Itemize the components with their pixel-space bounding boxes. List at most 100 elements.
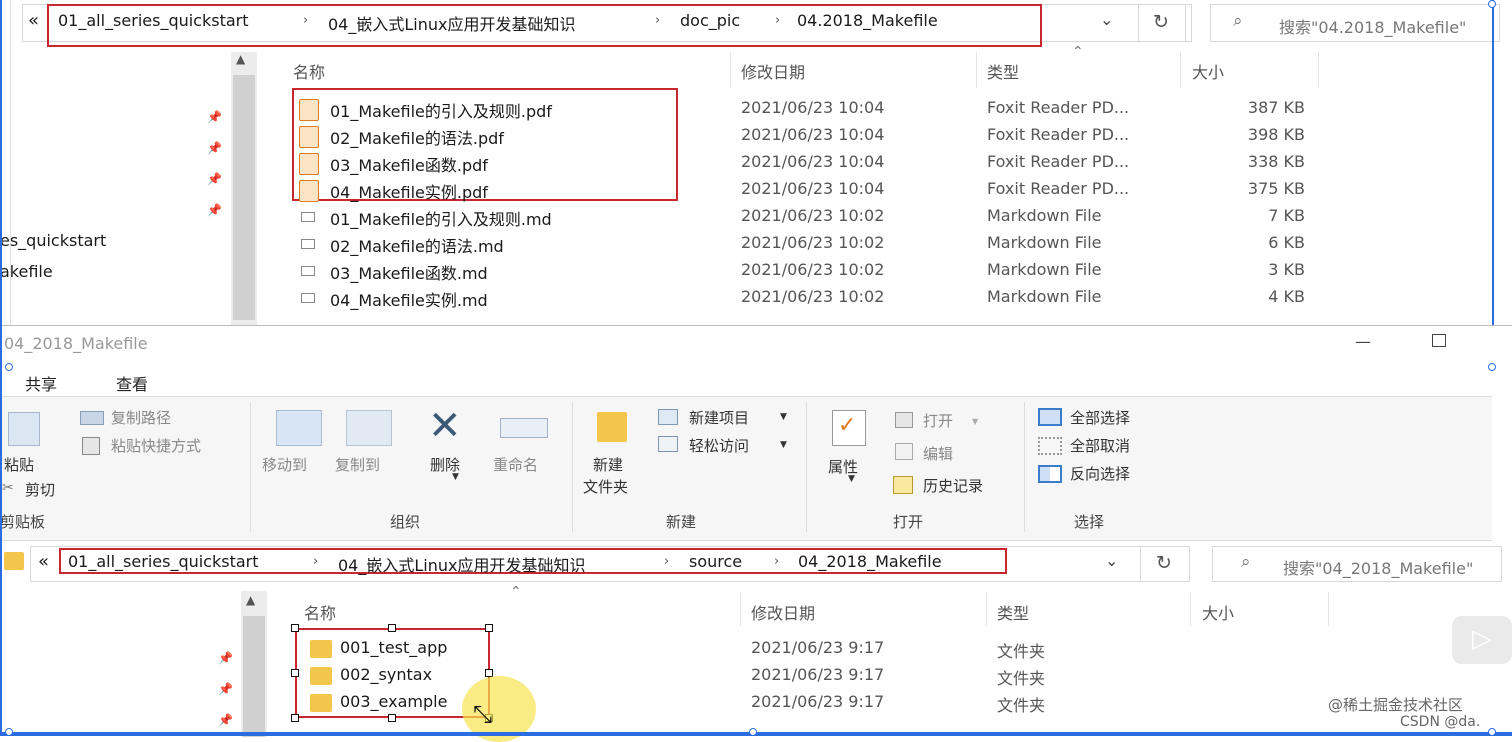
column-header-type[interactable]: 类型 xyxy=(997,600,1029,624)
column-divider[interactable] xyxy=(986,592,987,626)
maximize-icon[interactable] xyxy=(1432,334,1446,347)
column-header-date[interactable]: 修改日期 xyxy=(751,600,815,624)
column-header-name[interactable]: 名称 xyxy=(304,600,336,624)
frame-handle[interactable] xyxy=(749,728,757,736)
chevron-down-icon[interactable]: ⌄ xyxy=(1105,551,1118,570)
file-date: 2021/06/23 10:04 xyxy=(741,125,885,144)
frame-handle[interactable] xyxy=(1488,728,1496,736)
frame-handle[interactable] xyxy=(5,363,13,371)
file-size: 4 KB xyxy=(1268,287,1305,306)
pin-icon[interactable]: 📌 xyxy=(207,172,222,186)
breadcrumb-item[interactable]: doc_pic xyxy=(680,11,740,30)
nav-item-label[interactable]: akefile xyxy=(0,262,53,281)
cut-button[interactable]: 剪切 xyxy=(25,479,55,500)
resize-handle[interactable] xyxy=(291,669,299,677)
scroll-up-icon[interactable]: ▲ xyxy=(236,52,245,66)
refresh-button[interactable]: ↻ xyxy=(1140,546,1190,582)
pin-icon[interactable]: 📌 xyxy=(218,651,233,665)
back-chevrons[interactable]: « xyxy=(28,10,39,31)
column-header-size[interactable]: 大小 xyxy=(1202,600,1234,624)
play-button[interactable]: ▷ xyxy=(1452,616,1512,664)
column-divider[interactable] xyxy=(1328,592,1329,626)
file-row[interactable]: 01_Makefile的引入及规则.pdf 2021/06/23 10:04 Fox… xyxy=(260,96,1320,123)
tab-share[interactable]: 共享 xyxy=(25,371,57,395)
column-header-name[interactable]: 名称 xyxy=(293,59,325,83)
column-divider[interactable] xyxy=(740,592,741,626)
paste-button[interactable]: 粘贴 xyxy=(4,454,34,475)
column-header-type[interactable]: 类型 xyxy=(987,59,1019,83)
breadcrumb-item[interactable]: source xyxy=(689,552,742,571)
file-row[interactable]: 04_Makefile实例.pdf 2021/06/23 10:04 Foxit R… xyxy=(260,177,1320,204)
new-folder-icon xyxy=(597,412,627,442)
window-title: 04_2018_Makefile xyxy=(4,334,148,353)
file-type: Foxit Reader PD... xyxy=(987,98,1130,117)
new-folder-button[interactable]: 新建 xyxy=(593,454,623,475)
breadcrumb-item[interactable]: 04_2018_Makefile xyxy=(798,552,942,571)
nav-item-label[interactable]: es_quickstart xyxy=(0,231,106,250)
group-label-organize: 组织 xyxy=(390,513,421,531)
scroll-thumb[interactable] xyxy=(243,616,265,737)
frame-handle[interactable] xyxy=(1488,0,1496,8)
open-button[interactable]: 打开 xyxy=(923,410,953,431)
pin-icon[interactable]: 📌 xyxy=(207,110,222,124)
file-type: Foxit Reader PD... xyxy=(987,125,1130,144)
scroll-up-icon[interactable]: ▲ xyxy=(246,593,255,607)
pin-icon[interactable]: 📌 xyxy=(207,203,222,217)
column-divider[interactable] xyxy=(1318,52,1319,88)
file-name: 04_Makefile实例.pdf xyxy=(330,183,488,202)
column-divider[interactable] xyxy=(730,52,731,88)
invert-selection-button[interactable]: 反向选择 xyxy=(1070,463,1130,484)
column-divider[interactable] xyxy=(1180,52,1181,88)
tab-view[interactable]: 查看 xyxy=(116,371,148,395)
breadcrumb-item[interactable]: 01_all_series_quickstart xyxy=(58,11,249,30)
file-name: 04_Makefile实例.md xyxy=(330,291,488,310)
copy-to-button[interactable]: 复制到 xyxy=(335,454,380,475)
move-to-button[interactable]: 移动到 xyxy=(262,454,307,475)
file-row[interactable]: 03_Makefile函数.md 2021/06/23 10:02 Markdown… xyxy=(260,258,1320,285)
breadcrumb-item[interactable]: 04.2018_Makefile xyxy=(797,11,938,30)
file-row[interactable]: 03_Makefile函数.pdf 2021/06/23 10:04 Foxit R… xyxy=(260,150,1320,177)
minimize-icon[interactable]: — xyxy=(1355,332,1371,351)
file-row[interactable]: 02_Makefile的语法.md 2021/06/23 10:02 Markdow… xyxy=(260,231,1320,258)
new-folder-button-line2[interactable]: 文件夹 xyxy=(583,476,628,497)
select-all-button[interactable]: 全部选择 xyxy=(1070,407,1130,428)
search-box[interactable]: ⌕ 搜索"04.2018_Makefile" xyxy=(1210,4,1500,42)
resize-handle[interactable] xyxy=(291,624,299,632)
pin-icon[interactable]: 📌 xyxy=(218,713,233,727)
frame-handle[interactable] xyxy=(1488,363,1496,371)
breadcrumb-item[interactable]: 04_嵌入式Linux应用开发基础知识 xyxy=(338,552,585,576)
file-size: 7 KB xyxy=(1268,206,1305,225)
pin-icon[interactable]: 📌 xyxy=(218,682,233,696)
breadcrumb-item[interactable]: 01_all_series_quickstart xyxy=(68,552,259,571)
refresh-button[interactable]: ↻ xyxy=(1138,4,1186,42)
copy-path-button[interactable]: 复制路径 xyxy=(111,407,171,428)
pin-icon[interactable]: 📌 xyxy=(207,141,222,155)
column-header-date[interactable]: 修改日期 xyxy=(741,59,805,83)
file-row[interactable]: 04_Makefile实例.md 2021/06/23 10:02 Markdown… xyxy=(260,285,1320,312)
breadcrumb-item[interactable]: 04_嵌入式Linux应用开发基础知识 xyxy=(328,11,575,35)
paste-shortcut-button[interactable]: 粘贴快捷方式 xyxy=(111,435,201,456)
file-row[interactable]: 02_Makefile的语法.pdf 2021/06/23 10:04 Foxit … xyxy=(260,123,1320,150)
resize-handle[interactable] xyxy=(388,714,396,722)
new-item-button[interactable]: 新建项目 xyxy=(689,407,749,428)
history-icon xyxy=(893,476,913,494)
file-row[interactable]: 01_Makefile的引入及规则.md 2021/06/23 10:02 Mark… xyxy=(260,204,1320,231)
column-header-size[interactable]: 大小 xyxy=(1192,59,1224,83)
frame-handle[interactable] xyxy=(5,728,13,736)
easy-access-button[interactable]: 轻松访问 xyxy=(689,435,749,456)
chevron-down-icon[interactable]: ⌄ xyxy=(1100,10,1113,29)
scroll-thumb[interactable] xyxy=(233,75,255,320)
resize-handle[interactable] xyxy=(485,624,493,632)
edit-button[interactable]: 编辑 xyxy=(923,443,953,464)
resize-handle[interactable] xyxy=(291,714,299,722)
column-divider[interactable] xyxy=(976,52,977,88)
select-none-button[interactable]: 全部取消 xyxy=(1070,435,1130,456)
edit-icon xyxy=(895,443,913,460)
search-box[interactable]: ⌕ 搜索"04_2018_Makefile" xyxy=(1212,546,1502,582)
rename-button[interactable]: 重命名 xyxy=(493,454,538,475)
resize-handle[interactable] xyxy=(388,624,396,632)
history-button[interactable]: 历史记录 xyxy=(923,475,983,496)
file-date: 2021/06/23 10:02 xyxy=(741,260,885,279)
move-to-icon xyxy=(276,410,322,446)
column-divider[interactable] xyxy=(1190,592,1191,626)
